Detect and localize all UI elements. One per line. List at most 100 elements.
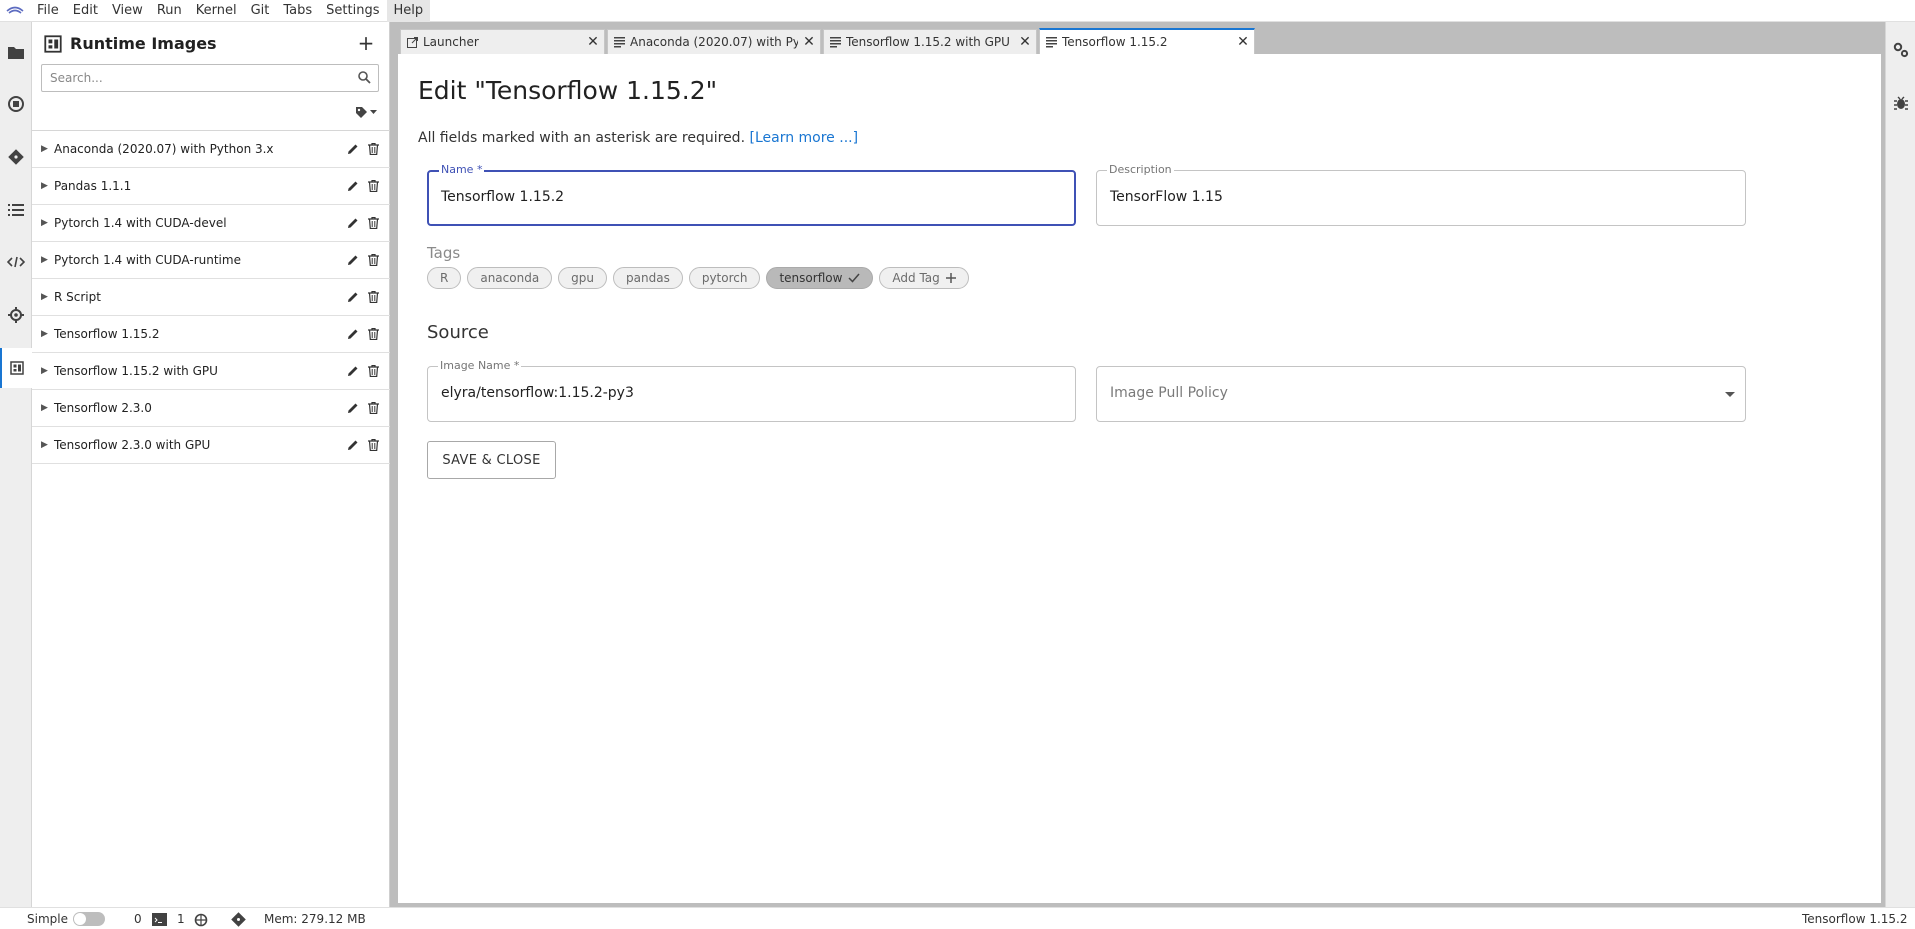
close-icon[interactable]: ✕ [798,34,820,50]
trash-icon[interactable] [364,288,382,306]
git-status-icon[interactable] [231,912,246,927]
trash-icon[interactable] [364,325,382,343]
close-icon[interactable]: ✕ [582,34,604,50]
simple-mode-toggle[interactable] [73,912,105,926]
menu-git[interactable]: Git [244,0,277,22]
edit-icon[interactable] [344,436,362,454]
tab-tensorflow-gpu[interactable]: Tensorflow 1.15.2 with GPU ✕ [823,29,1037,54]
tag-chip-r[interactable]: R [427,267,462,289]
tag-chip-tensorflow[interactable]: tensorflow [766,267,874,289]
caret-right-icon[interactable]: ▶ [32,403,54,413]
add-tag-button[interactable]: Add Tag [879,267,969,289]
document-icon [1040,36,1062,48]
menu-kernel[interactable]: Kernel [189,0,244,22]
close-icon[interactable]: ✕ [1014,34,1036,50]
edit-icon[interactable] [344,140,362,158]
edit-icon[interactable] [344,214,362,232]
kernel-icon [194,913,208,927]
edit-icon[interactable] [344,177,362,195]
list-item[interactable]: ▶ Tensorflow 1.15.2 with GPU [32,353,390,390]
tab-anaconda[interactable]: Anaconda (2020.07) with Python 3.x ✕ [607,29,821,54]
list-item[interactable]: ▶ Tensorflow 2.3.0 [32,390,390,427]
caret-right-icon[interactable]: ▶ [32,292,54,302]
debugger-icon[interactable] [1893,95,1909,111]
edit-icon[interactable] [344,288,362,306]
trash-icon[interactable] [364,177,382,195]
left-activity-bar [0,22,32,907]
name-label: Name * [439,163,485,176]
description-field[interactable]: Description TensorFlow 1.15 [1096,163,1746,226]
caret-right-icon[interactable]: ▶ [32,144,54,154]
folder-icon[interactable] [0,32,32,72]
trash-icon[interactable] [364,362,382,380]
check-icon [848,273,860,283]
edit-icon[interactable] [344,362,362,380]
list-item[interactable]: ▶ Anaconda (2020.07) with Python 3.x [32,131,390,168]
menu-tabs[interactable]: Tabs [276,0,319,22]
image-pull-policy-select[interactable]: Image Pull Policy [1096,366,1746,422]
caret-right-icon[interactable]: ▶ [32,329,54,339]
tab-launcher[interactable]: Launcher ✕ [400,29,605,54]
edit-icon[interactable] [344,251,362,269]
caret-right-icon[interactable]: ▶ [32,181,54,191]
caret-right-icon[interactable]: ▶ [32,255,54,265]
caret-right-icon[interactable]: ▶ [32,440,54,450]
caret-right-icon[interactable]: ▶ [32,218,54,228]
trash-icon[interactable] [364,436,382,454]
tag-chip-gpu[interactable]: gpu [558,267,608,289]
trash-icon[interactable] [364,399,382,417]
search-input[interactable] [42,65,342,91]
list-item[interactable]: ▶ R Script [32,279,390,316]
code-snippet-icon[interactable] [0,242,32,282]
menu-help[interactable]: Help [386,0,431,22]
list-item[interactable]: ▶ Tensorflow 2.3.0 with GPU [32,427,390,464]
dropdown-arrow-icon [1725,392,1735,397]
active-document-label: Tensorflow 1.15.2 [1802,912,1908,926]
runtimes-icon[interactable] [0,295,32,335]
description-label: Description [1107,163,1174,176]
learn-more-link[interactable]: [Learn more ...] [749,130,858,146]
image-name-field[interactable]: Image Name * elyra/tensorflow:1.15.2-py3 [427,359,1076,422]
running-icon[interactable] [0,84,32,124]
list-item[interactable]: ▶ Pandas 1.1.1 [32,168,390,205]
tag-chip-pytorch[interactable]: pytorch [688,267,761,289]
edit-icon[interactable] [344,325,362,343]
panel-splitter[interactable] [390,22,398,907]
toc-icon[interactable] [0,190,32,230]
edit-icon[interactable] [344,399,362,417]
menu-settings[interactable]: Settings [319,0,386,22]
tab-tensorflow[interactable]: Tensorflow 1.15.2 ✕ [1039,28,1255,54]
menu-run[interactable]: Run [150,0,189,22]
add-runtime-image-button[interactable]: + [355,31,377,55]
status-bar: Simple 0 1 Mem: 279.12 MB Tensorflow 1.1… [0,907,1915,929]
tag-filter-button[interactable] [355,106,377,119]
runtime-images-panel: Runtime Images + ▶Anaconda (2020.07) wit… [32,22,390,907]
runtime-images-icon [44,34,62,53]
search-icon[interactable] [358,71,371,84]
caret-right-icon[interactable]: ▶ [32,366,54,376]
tag-chip-pandas[interactable]: pandas [613,267,683,289]
trash-icon[interactable] [364,140,382,158]
trash-icon[interactable] [364,214,382,232]
property-inspector-icon[interactable] [1893,42,1909,58]
required-note: All fields marked with an asterisk are r… [418,130,859,146]
name-field[interactable]: Name * Tensorflow 1.15.2 [427,163,1076,226]
list-item-label: Pytorch 1.4 with CUDA-runtime [54,253,241,267]
list-item[interactable]: ▶ Pytorch 1.4 with CUDA-devel [32,205,390,242]
save-and-close-button[interactable]: SAVE & CLOSE [427,441,556,479]
tag-icon [355,106,368,119]
menu-file[interactable]: File [30,0,66,22]
page-title: Edit "Tensorflow 1.15.2" [418,76,718,105]
tags-label: Tags [427,244,461,262]
trash-icon[interactable] [364,251,382,269]
tag-chip-anaconda[interactable]: anaconda [467,267,553,289]
menu-edit[interactable]: Edit [66,0,105,22]
close-icon[interactable]: ✕ [1232,34,1254,50]
list-item[interactable]: ▶ Tensorflow 1.15.2 [32,316,390,353]
terminals-count: 0 [134,912,142,926]
panel-header: Runtime Images [44,34,217,53]
runtime-images-icon[interactable] [0,348,32,388]
git-icon[interactable] [0,137,32,177]
menu-view[interactable]: View [105,0,150,22]
list-item[interactable]: ▶ Pytorch 1.4 with CUDA-runtime [32,242,390,279]
